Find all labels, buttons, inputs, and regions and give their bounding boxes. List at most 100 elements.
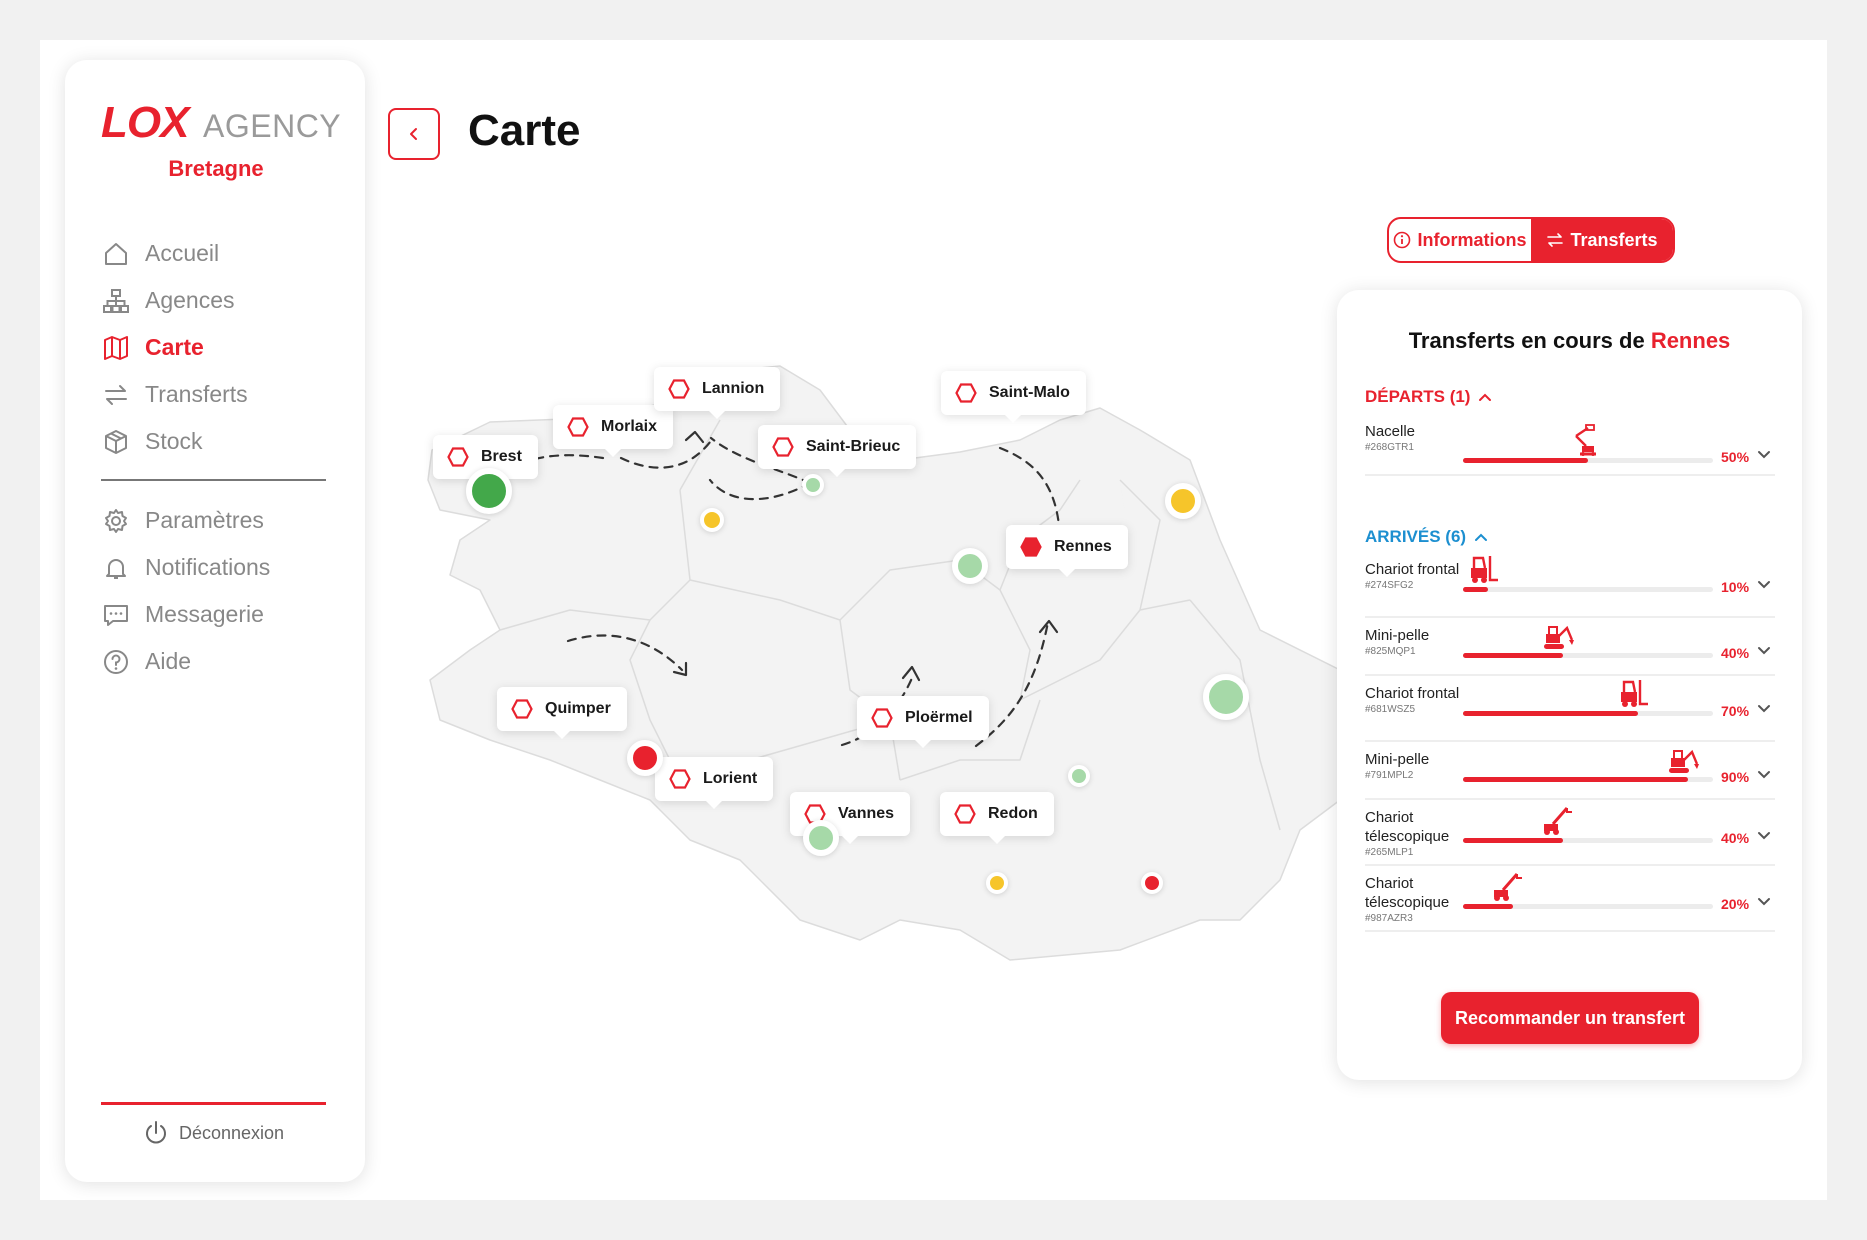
sidebar-item-notifications[interactable]: Notifications [101, 544, 326, 591]
machine-name: Chariot télescopique #987AZR3 [1365, 874, 1460, 925]
city-label-saint-brieuc[interactable]: Saint-Brieuc [758, 425, 917, 477]
city-label-saint-malo[interactable]: Saint-Malo [941, 371, 1086, 423]
city-dot-lannion[interactable] [802, 474, 824, 496]
city-label-lannion[interactable]: Lannion [654, 367, 781, 419]
city-label-redon[interactable]: Redon [940, 792, 1054, 844]
gear-icon [101, 506, 131, 536]
transfer-row[interactable]: Chariot frontal #274SFG2 10% [1365, 554, 1775, 618]
city-dot-saint-malo[interactable] [1165, 483, 1201, 519]
city-dot-rennes[interactable] [1203, 674, 1249, 720]
city-dot-lorient[interactable] [803, 820, 839, 856]
city-dot-morlaix[interactable] [700, 508, 724, 532]
sidebar-item-carte[interactable]: Carte [101, 324, 326, 371]
chevron-down-icon[interactable] [1757, 646, 1771, 656]
sidebar-item-parametres[interactable]: Paramètres [101, 497, 326, 544]
sidebar-item-messagerie[interactable]: Messagerie [101, 591, 326, 638]
hexagon-icon [669, 769, 691, 789]
city-dot-saint-brieuc[interactable] [952, 548, 988, 584]
arrivals-header[interactable]: ARRIVÉS (6) [1365, 527, 1488, 547]
swap-icon [101, 380, 131, 410]
progress-track [1463, 458, 1713, 463]
hexagon-icon [511, 699, 533, 719]
sidebar: LOX AGENCY Bretagne Accueil Agences Cart… [65, 60, 365, 1182]
brittany-map[interactable]: Brest Morlaix Lannion Saint-Brieuc Saint… [420, 360, 1340, 980]
forklift-icon [1466, 554, 1500, 586]
machine-name: Chariot télescopique #265MLP1 [1365, 808, 1460, 859]
panel-title-city: Rennes [1650, 328, 1731, 353]
city-name: Brest [481, 448, 522, 465]
logout-button[interactable]: Déconnexion [101, 1120, 326, 1146]
page-title: Carte [468, 106, 581, 155]
sidebar-item-label: Paramètres [145, 507, 264, 533]
city-label-quimper[interactable]: Quimper [497, 687, 627, 739]
telehandler-icon [1541, 804, 1575, 836]
progress-fill [1463, 458, 1588, 463]
city-dot-ploermel[interactable] [1068, 765, 1090, 787]
sidebar-item-label: Notifications [145, 554, 271, 580]
machine-name: Mini-pelle #825MQP1 [1365, 626, 1460, 658]
city-name: Vannes [838, 805, 895, 822]
progress-fill [1463, 838, 1563, 843]
sidebar-item-label: Stock [145, 428, 203, 454]
city-name: Lannion [702, 380, 765, 397]
swap-icon [1546, 231, 1564, 249]
view-toggle: Informations Transferts [1387, 217, 1675, 263]
chevron-down-icon[interactable] [1757, 450, 1771, 460]
departures-label: DÉPARTS (1) [1365, 387, 1471, 406]
logo-agency: AGENCY [203, 108, 342, 144]
departures-header[interactable]: DÉPARTS (1) [1365, 387, 1492, 407]
tab-informations[interactable]: Informations [1389, 219, 1531, 261]
city-name: Ploërmel [905, 709, 973, 726]
chevron-up-icon [1478, 392, 1492, 402]
transfer-row[interactable]: Nacelle #268GTR1 50% [1365, 416, 1775, 476]
hexagon-icon [871, 708, 893, 728]
back-button[interactable] [388, 108, 440, 160]
chevron-down-icon[interactable] [1757, 897, 1771, 907]
city-dot-quimper[interactable] [627, 740, 663, 776]
city-label-ploermel[interactable]: Ploërmel [857, 696, 989, 748]
city-label-rennes[interactable]: Rennes [1006, 525, 1128, 577]
city-label-morlaix[interactable]: Morlaix [553, 405, 674, 457]
city-dot-vannes[interactable] [986, 872, 1008, 894]
transfer-row[interactable]: Chariot télescopique #987AZR3 20% [1365, 868, 1775, 932]
city-label-lorient[interactable]: Lorient [655, 757, 774, 809]
sidebar-item-accueil[interactable]: Accueil [101, 230, 326, 277]
transfer-row[interactable]: Chariot frontal #681WSZ5 70% [1365, 678, 1775, 742]
chevron-down-icon[interactable] [1757, 704, 1771, 714]
transfer-row[interactable]: Mini-pelle #825MQP1 40% [1365, 620, 1775, 676]
progress-fill [1463, 777, 1688, 782]
progress-percent: 70% [1721, 703, 1750, 719]
logo: LOX AGENCY Bretagne [101, 98, 341, 188]
sidebar-nav: Accueil Agences Carte Transferts Stock P… [101, 230, 326, 685]
progress-track [1463, 904, 1713, 909]
logout-label: Déconnexion [178, 1122, 285, 1143]
sidebar-item-aide[interactable]: Aide [101, 638, 326, 685]
transfer-row[interactable]: Chariot télescopique #265MLP1 40% [1365, 802, 1775, 866]
logout-divider [101, 1102, 326, 1105]
hexagon-icon [447, 447, 469, 467]
chevron-down-icon[interactable] [1757, 770, 1771, 780]
transfer-row[interactable]: Mini-pelle #791MPL2 90% [1365, 744, 1775, 800]
progress-percent: 40% [1721, 830, 1750, 846]
map-icon [101, 333, 131, 363]
sidebar-item-agences[interactable]: Agences [101, 277, 326, 324]
arrivals-label: ARRIVÉS (6) [1365, 527, 1467, 546]
chevron-up-icon [1474, 532, 1488, 542]
machine-name: Nacelle #268GTR1 [1365, 422, 1460, 454]
progress-fill [1463, 653, 1563, 658]
recommend-transfer-button[interactable]: Recommander un transfert [1441, 992, 1699, 1044]
boom-lift-icon [1566, 424, 1600, 456]
city-dot-redon[interactable] [1141, 872, 1163, 894]
transfers-panel: Transferts en cours de Rennes DÉPARTS (1… [1337, 290, 1802, 1080]
hexagon-icon [954, 804, 976, 824]
progress-track [1463, 777, 1713, 782]
info-icon [1393, 231, 1411, 249]
sidebar-item-stock[interactable]: Stock [101, 418, 326, 465]
city-dot-brest[interactable] [466, 468, 512, 514]
chevron-down-icon[interactable] [1757, 580, 1771, 590]
tab-transferts[interactable]: Transferts [1531, 219, 1673, 261]
sidebar-item-label: Transferts [145, 381, 248, 407]
chevron-down-icon[interactable] [1757, 831, 1771, 841]
machine-name: Mini-pelle #791MPL2 [1365, 750, 1460, 782]
sidebar-item-transferts[interactable]: Transferts [101, 371, 326, 418]
